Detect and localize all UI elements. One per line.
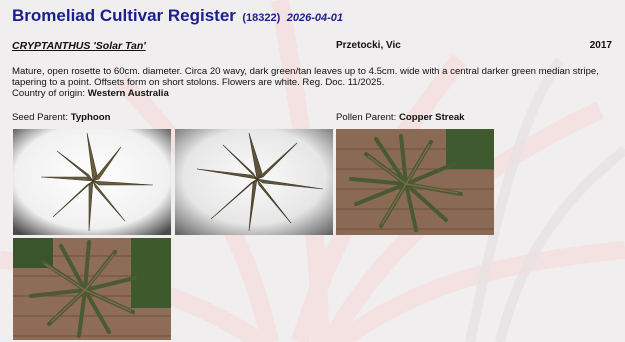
page-header: Bromeliad Cultivar Register (18322) 2026… bbox=[12, 6, 343, 26]
parentage-row: Seed Parent: Typhoon Pollen Parent: Copp… bbox=[12, 112, 612, 123]
origin-label: Country of origin: bbox=[12, 88, 86, 99]
cultivar-name: CRYPTANTHUS 'Solar Tan' bbox=[12, 40, 146, 52]
register-code: (18322) bbox=[242, 12, 281, 24]
registration-year: 2017 bbox=[589, 40, 612, 51]
origin-line: Country of origin: Western Australia bbox=[12, 88, 169, 99]
plant-photo-1[interactable] bbox=[13, 129, 171, 235]
plant-photo-2[interactable] bbox=[175, 129, 333, 235]
plant-photo-4[interactable] bbox=[13, 238, 171, 340]
register-date: 2026-04-01 bbox=[286, 12, 344, 24]
seed-parent-value: Typhoon bbox=[70, 112, 111, 123]
seed-parent-label: Seed Parent: bbox=[12, 112, 69, 123]
origin-value: Western Australia bbox=[87, 88, 169, 99]
registrant-name: Przetocki, Vic bbox=[336, 40, 401, 51]
plant-photo-3[interactable] bbox=[336, 129, 494, 235]
pollen-parent-label: Pollen Parent: bbox=[336, 112, 397, 123]
pollen-parent-value: Copper Streak bbox=[398, 112, 465, 123]
cultivar-description: Mature, open rosette to 60cm. diameter. … bbox=[12, 66, 599, 88]
page-title: Bromeliad Cultivar Register bbox=[12, 6, 236, 25]
cultivar-row: CRYPTANTHUS 'Solar Tan' Przetocki, Vic 2… bbox=[12, 40, 612, 52]
pollen-parent: Pollen Parent: Copper Streak bbox=[336, 112, 465, 123]
